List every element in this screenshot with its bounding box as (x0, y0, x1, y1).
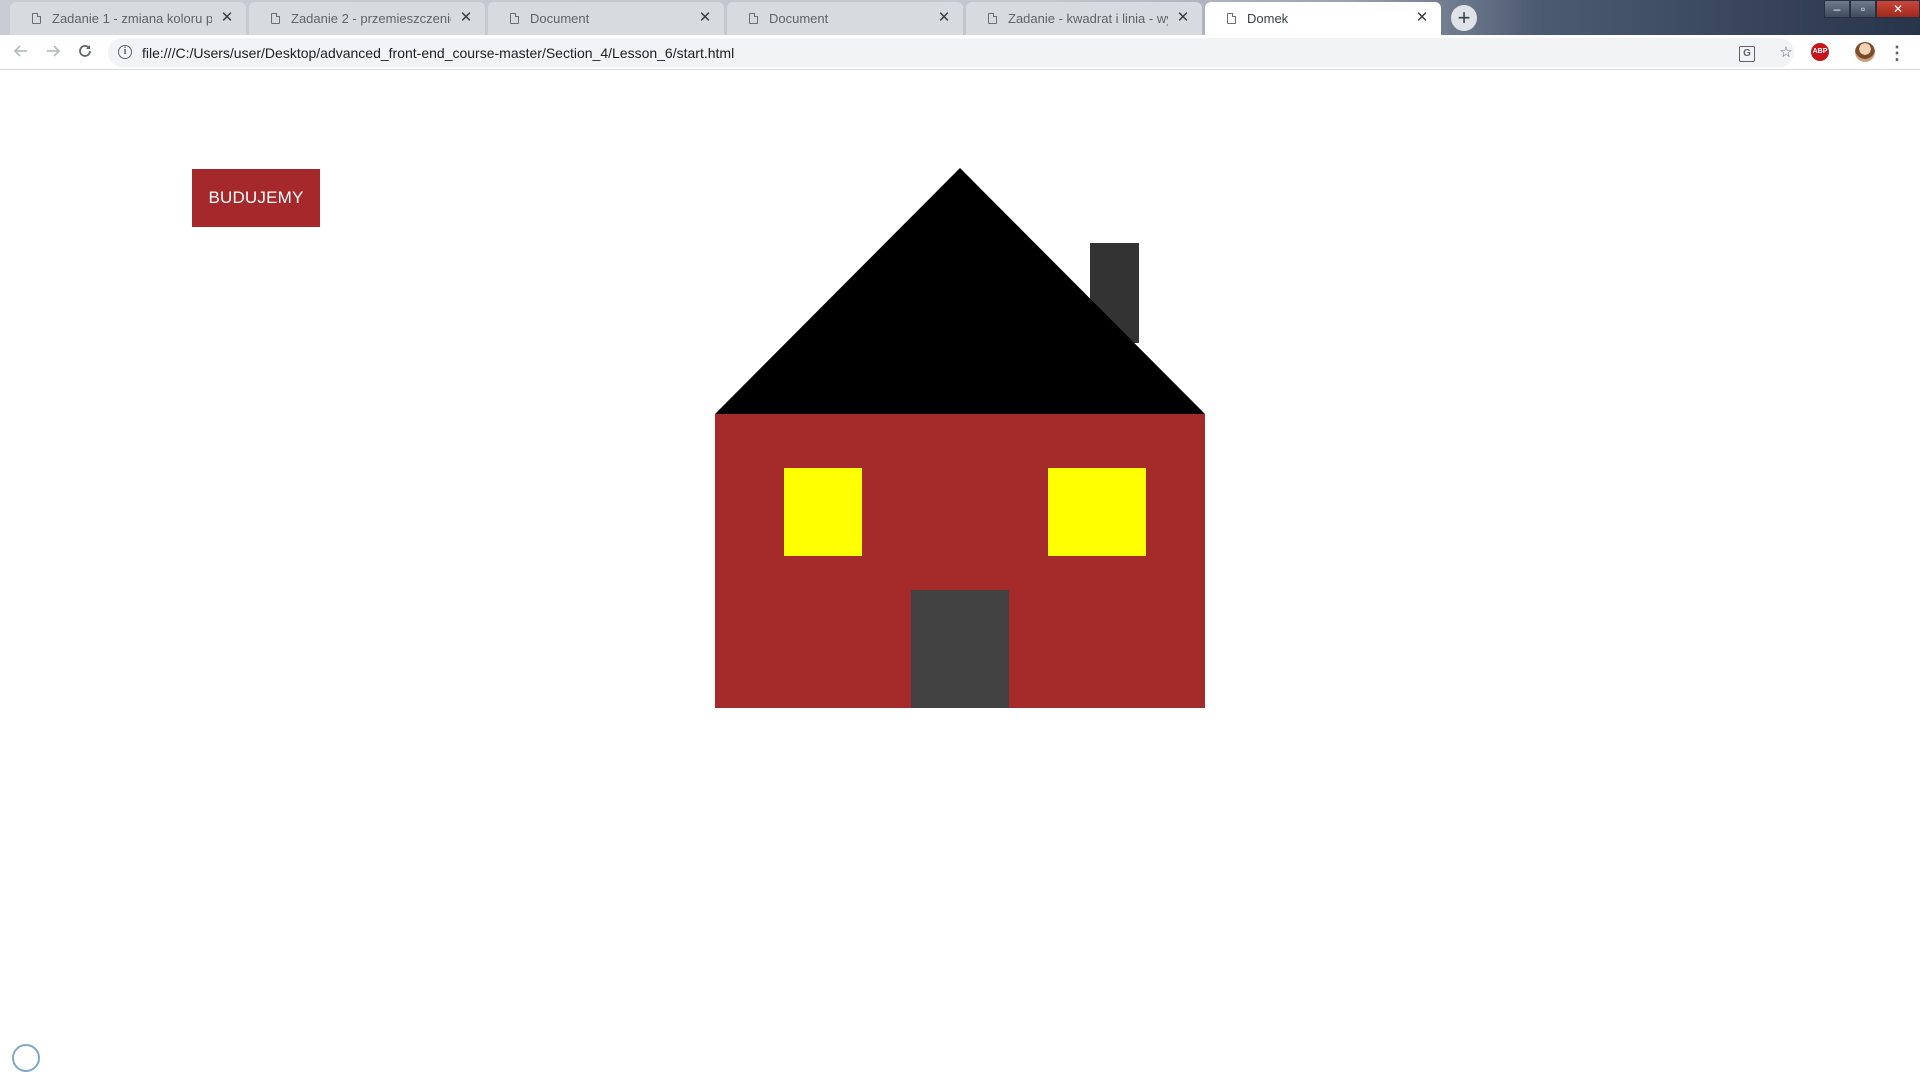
kebab-menu-icon[interactable]: ⋮ (1888, 41, 1906, 65)
page-icon (510, 13, 519, 24)
close-icon[interactable]: ✕ (696, 9, 714, 27)
forward-arrow-icon[interactable] (41, 41, 65, 65)
tab-domek[interactable]: Domek ✕ (1205, 2, 1441, 35)
browser-toolbar: i file:///C:/Users/user/Desktop/advanced… (0, 35, 1920, 70)
window-left (784, 468, 862, 556)
tab-document-1[interactable]: Document ✕ (488, 2, 724, 35)
page-icon (32, 13, 41, 24)
taskbar-globe-icon (12, 1044, 40, 1072)
url-text[interactable]: file:///C:/Users/user/Desktop/advanced_f… (142, 45, 734, 61)
tab-zadanie-2[interactable]: Zadanie 2 - przemieszczenie kwa ✕ (249, 2, 485, 35)
close-icon[interactable]: ✕ (457, 9, 475, 27)
tab-title: Zadanie 1 - zmiana koloru po na (52, 11, 212, 26)
page-icon (271, 13, 280, 24)
tab-title: Zadanie - kwadrat i linia - wyśrod (1008, 11, 1168, 26)
window-close-button[interactable]: ✕ (1876, 0, 1920, 18)
house (715, 168, 1205, 708)
door (911, 590, 1009, 708)
page-icon (749, 13, 758, 24)
tab-title: Domek (1247, 11, 1289, 26)
reload-icon (79, 45, 91, 57)
tab-document-2[interactable]: Document ✕ (727, 2, 963, 35)
info-icon[interactable]: i (118, 45, 132, 59)
adblock-icon[interactable]: ABP (1811, 43, 1829, 61)
window-controls: – ▫ ✕ (1824, 0, 1920, 18)
window-right (1048, 468, 1146, 556)
tab-title: Zadanie 2 - przemieszczenie kwa (291, 11, 451, 26)
house-wall (715, 414, 1205, 708)
avatar-icon[interactable] (1855, 42, 1875, 62)
tab-zadanie-kwadrat[interactable]: Zadanie - kwadrat i linia - wyśrod ✕ (966, 2, 1202, 35)
tab-title: Document (769, 11, 829, 26)
tab-strip: Zadanie 1 - zmiana koloru po na ✕ Zadani… (0, 0, 1920, 35)
roof (715, 168, 1205, 414)
page-icon (988, 13, 997, 24)
translate-icon[interactable]: G (1739, 46, 1755, 62)
forward-arrow-icon (47, 45, 61, 57)
page-icon (1227, 13, 1236, 24)
close-icon[interactable]: ✕ (1413, 9, 1431, 27)
tab-zadanie-1[interactable]: Zadanie 1 - zmiana koloru po na ✕ (10, 2, 246, 35)
maximize-button[interactable]: ▫ (1850, 0, 1876, 18)
reload-icon[interactable] (73, 41, 97, 65)
back-arrow-icon[interactable] (9, 41, 33, 65)
close-icon[interactable]: ✕ (935, 9, 953, 27)
new-tab-button[interactable]: + (1451, 5, 1477, 31)
back-arrow-icon (13, 45, 27, 57)
build-button[interactable]: BUDUJEMY (192, 169, 320, 227)
minimize-button[interactable]: – (1824, 0, 1850, 18)
address-bar[interactable]: i file:///C:/Users/user/Desktop/advanced… (108, 38, 1794, 67)
close-icon[interactable]: ✕ (218, 9, 236, 27)
close-icon[interactable]: ✕ (1174, 9, 1192, 27)
tab-title: Document (530, 11, 590, 26)
star-icon[interactable]: ☆ (1776, 43, 1796, 63)
